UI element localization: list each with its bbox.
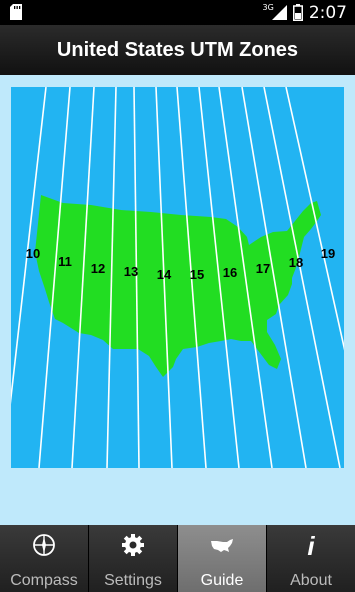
zone-label-17: 17 <box>256 261 270 276</box>
tab-about-label: About <box>290 572 332 589</box>
sd-card-icon <box>10 4 22 20</box>
tab-compass-label: Compass <box>10 572 78 589</box>
zone-label-16: 16 <box>223 265 237 280</box>
clock: 2:07 <box>308 2 347 23</box>
zone-label-18: 18 <box>289 255 303 270</box>
gear-icon <box>122 534 144 556</box>
bottom-tab-bar: Compass Settings Guide i About <box>0 525 355 592</box>
tab-settings-label: Settings <box>104 572 162 589</box>
zone-label-11: 11 <box>58 254 72 269</box>
zone-label-13: 13 <box>124 264 138 279</box>
tab-settings[interactable]: Settings <box>89 525 178 592</box>
tab-guide[interactable]: Guide <box>178 525 267 592</box>
tab-compass[interactable]: Compass <box>0 525 89 592</box>
signal-icon <box>271 5 287 20</box>
network-type: 3G <box>262 3 274 12</box>
us-map-icon <box>211 539 233 552</box>
zone-label-12: 12 <box>91 261 105 276</box>
status-bar: 3G 2:07 <box>0 0 355 25</box>
battery-icon <box>292 4 303 21</box>
tab-about[interactable]: i About <box>267 525 355 592</box>
utm-zone-map: 10 11 12 13 14 15 16 17 18 19 <box>11 87 344 468</box>
info-icon: i <box>307 532 315 558</box>
page-title: United States UTM Zones <box>56 38 299 61</box>
zone-label-14: 14 <box>157 267 172 282</box>
compass-icon <box>33 534 55 556</box>
zone-label-10: 10 <box>26 246 40 261</box>
zone-label-15: 15 <box>190 267 204 282</box>
tab-guide-label: Guide <box>200 572 244 589</box>
guide-content: 10 11 12 13 14 15 16 17 18 19 <box>0 75 355 525</box>
app-bar: United States UTM Zones <box>0 25 355 75</box>
zone-label-19: 19 <box>321 246 335 261</box>
svg-text:i: i <box>307 532 315 558</box>
